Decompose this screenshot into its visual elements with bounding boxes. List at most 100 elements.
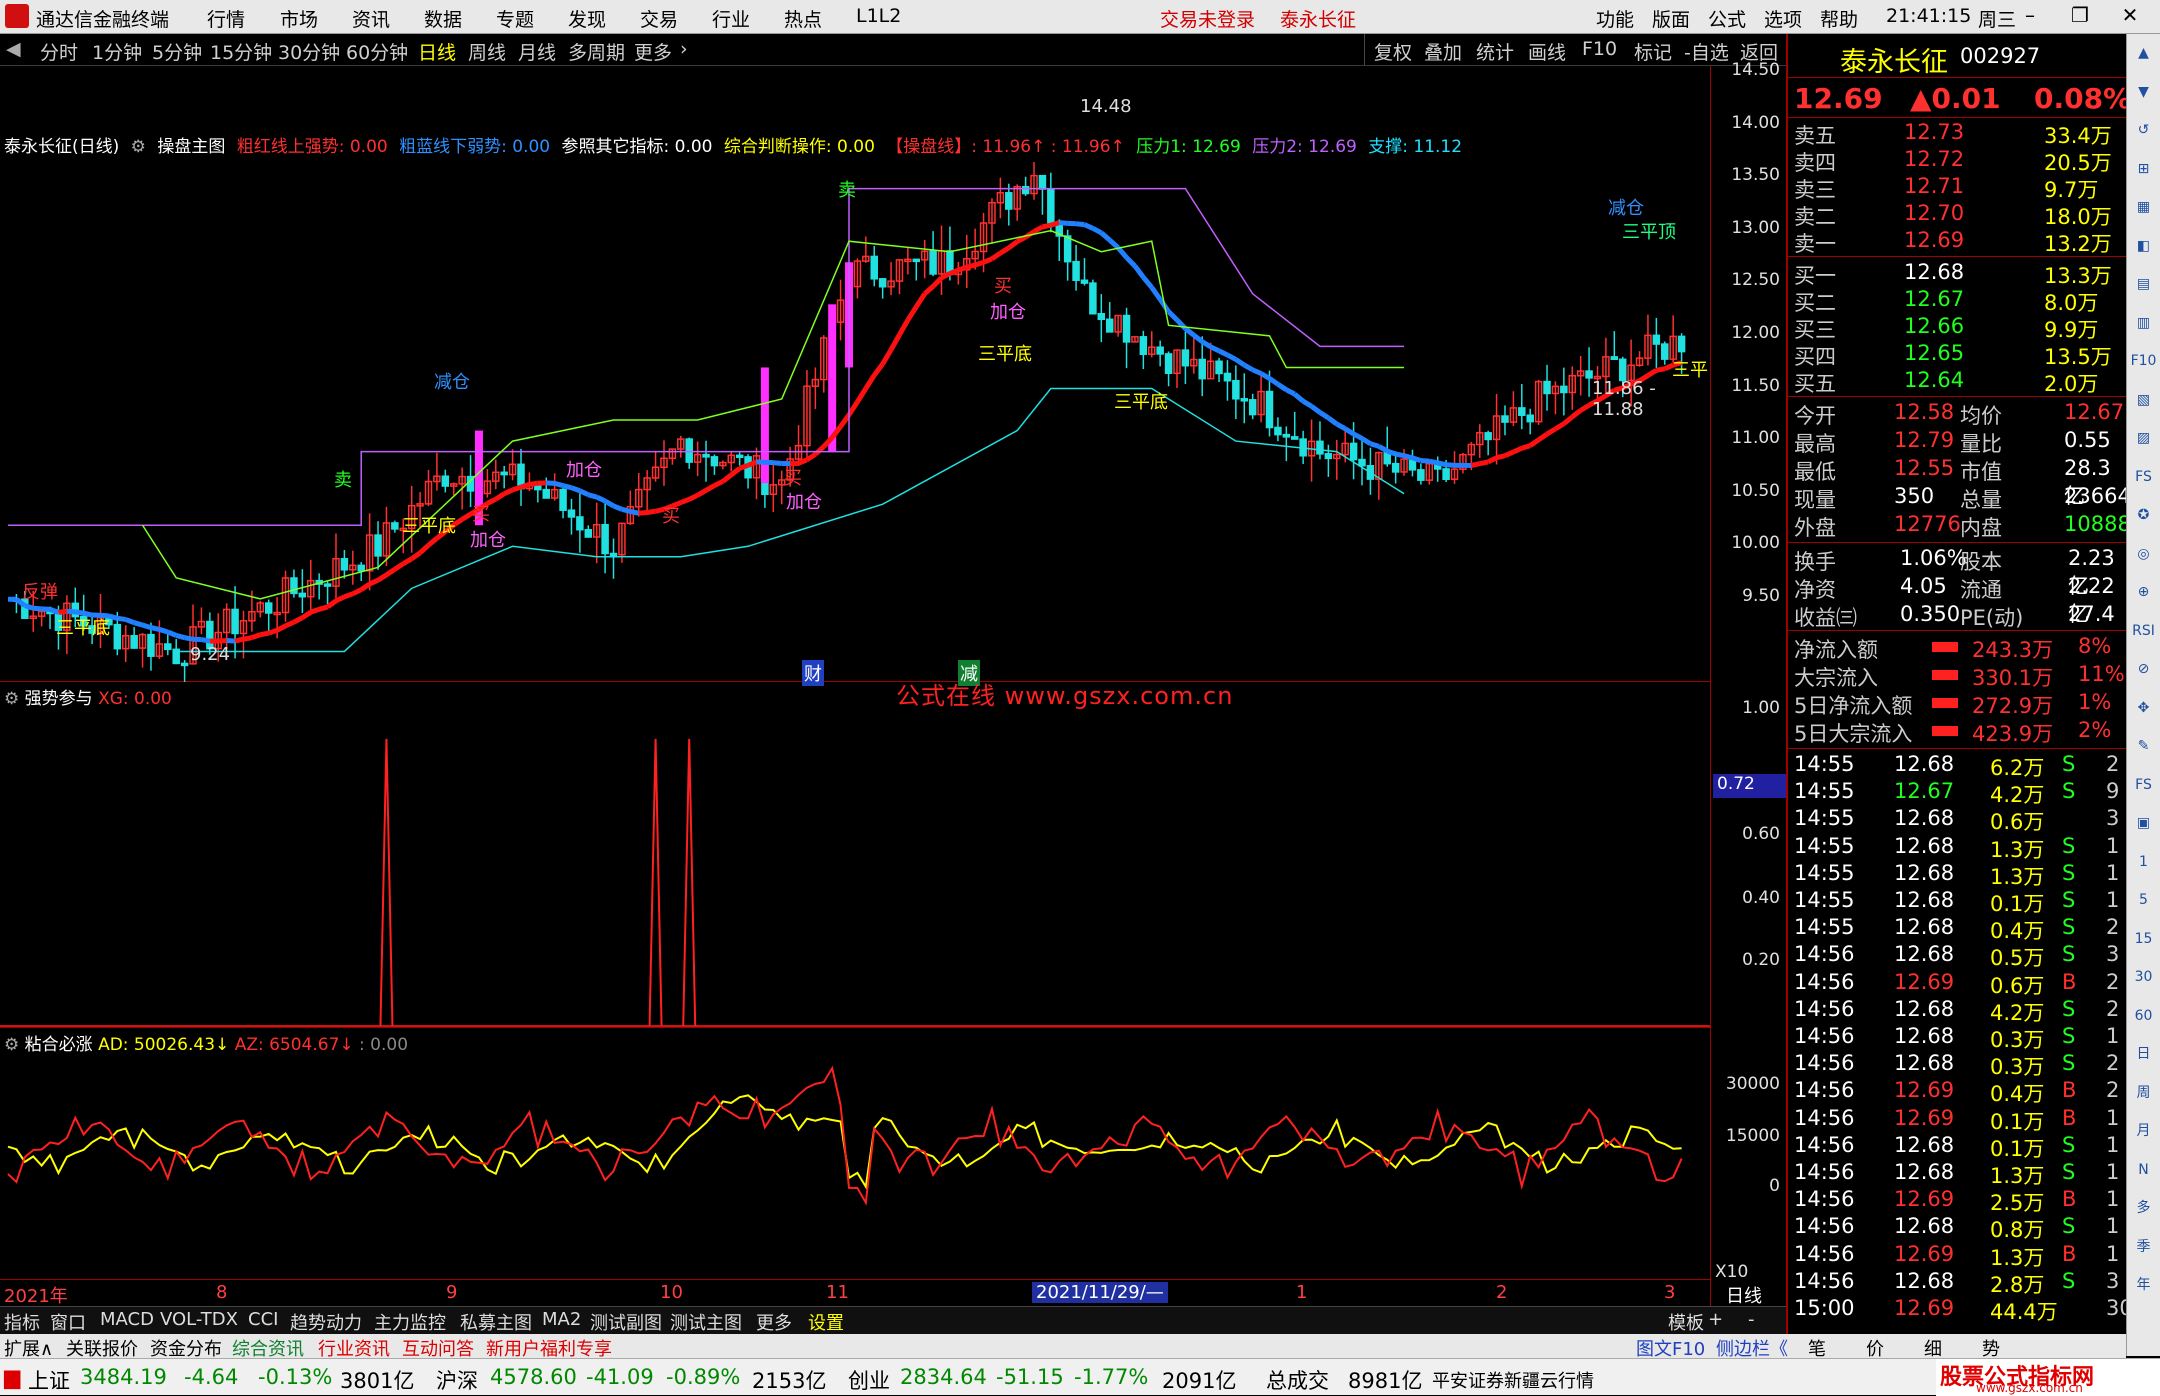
tab-12[interactable]: 设置 <box>808 1309 844 1335</box>
menu-zhuanti[interactable]: 专题 <box>496 5 534 32</box>
tool-button-icon[interactable]: ▣ <box>2130 810 2157 837</box>
tab-3[interactable]: VOL-TDX <box>160 1309 238 1330</box>
period-15min[interactable]: 15分钟 <box>210 38 272 65</box>
minimize-icon[interactable]: – <box>2016 3 2044 29</box>
tab-5[interactable]: 趋势动力 <box>290 1309 362 1335</box>
tool-button-icon[interactable]: ▧ <box>2130 387 2157 414</box>
period-1min[interactable]: 1分钟 <box>92 38 142 65</box>
menu-xuanxiang[interactable]: 选项 <box>1764 5 1802 32</box>
tool-button-icon[interactable]: 周 <box>2130 1080 2157 1107</box>
tool-button-icon[interactable]: ▲ <box>2130 40 2157 67</box>
tool-button-icon[interactable]: 多 <box>2130 1195 2157 1222</box>
tool-button-icon[interactable]: FS <box>2130 464 2157 491</box>
tool-button-icon[interactable]: ⊕ <box>2130 579 2157 606</box>
tool-button-icon[interactable]: 60 <box>2130 1003 2157 1030</box>
tick-row: 14:5612.680.8万S1 <box>1794 1214 2124 1241</box>
menu-hangye[interactable]: 行业 <box>712 5 750 32</box>
ma-line <box>1328 418 1336 424</box>
btn-tongji[interactable]: 统计 <box>1476 38 1514 65</box>
tool-button-icon[interactable]: ↺ <box>2130 117 2157 144</box>
tool-button-icon[interactable]: 日 <box>2130 1041 2157 1068</box>
tool-button-icon[interactable]: N <box>2130 1157 2157 1184</box>
btn-huaxian[interactable]: 画线 <box>1528 38 1566 65</box>
tool-button-icon[interactable]: ✎ <box>2130 733 2157 760</box>
menu-faxian[interactable]: 发现 <box>568 5 606 32</box>
tool-button-icon[interactable]: 年 <box>2130 1272 2157 1299</box>
tab-7[interactable]: 私募主图 <box>460 1309 532 1335</box>
tool-button-icon[interactable]: ◎ <box>2130 541 2157 568</box>
tool-button-icon[interactable]: ▨ <box>2130 425 2157 452</box>
tab-2[interactable]: MACD <box>100 1309 154 1330</box>
maximize-icon[interactable]: ❐ <box>2066 3 2094 29</box>
tool-button-icon[interactable]: ▼ <box>2130 79 2157 106</box>
tab-8[interactable]: MA2 <box>542 1309 581 1330</box>
tool-button-icon[interactable]: ⊘ <box>2130 656 2157 683</box>
menu-shichang[interactable]: 市场 <box>280 5 318 32</box>
menu-gongneng[interactable]: 功能 <box>1596 5 1634 32</box>
menu-hangqing[interactable]: 行情 <box>207 5 245 32</box>
chevron-right-icon[interactable]: › <box>680 38 688 60</box>
tool-button-icon[interactable]: ◧ <box>2130 233 2157 260</box>
login-notice[interactable]: 交易未登录 <box>1160 5 1255 32</box>
menu-redian[interactable]: 热点 <box>784 5 822 32</box>
collapse-icon[interactable]: ◀ <box>6 38 21 60</box>
index-sh[interactable]: 上证 <box>28 1365 70 1395</box>
period-5min[interactable]: 5分钟 <box>152 38 202 65</box>
period-30min[interactable]: 30分钟 <box>278 38 340 65</box>
period-daily[interactable]: 日线 <box>418 38 456 65</box>
tab-9[interactable]: 测试副图 <box>590 1309 662 1335</box>
menu-banmian[interactable]: 版面 <box>1652 5 1690 32</box>
period-fenshi[interactable]: 分时 <box>40 38 78 65</box>
menu-zixun[interactable]: 资讯 <box>352 5 390 32</box>
tool-button-icon[interactable]: F10 <box>2130 348 2157 375</box>
tool-button-icon[interactable]: 5 <box>2130 887 2157 914</box>
tool-button-icon[interactable]: 30 <box>2130 964 2157 991</box>
tab-right-2[interactable]: - <box>1748 1309 1755 1330</box>
tool-button-icon[interactable]: 15 <box>2130 926 2157 953</box>
menu-bangzhu[interactable]: 帮助 <box>1820 5 1858 32</box>
tool-button-icon[interactable]: ▤ <box>2130 271 2157 298</box>
tool-button-icon[interactable]: RSI <box>2130 618 2157 645</box>
tool-button-icon[interactable]: ▦ <box>2130 194 2157 221</box>
btn-biaoji[interactable]: 标记 <box>1634 38 1672 65</box>
tool-button-icon[interactable]: ▥ <box>2130 310 2157 337</box>
tab-4[interactable]: CCI <box>248 1309 278 1330</box>
btn-diejia[interactable]: 叠加 <box>1424 38 1462 65</box>
tool-button-icon[interactable]: 1 <box>2130 849 2157 876</box>
btn-f10[interactable]: F10 <box>1582 38 1617 60</box>
index-cy[interactable]: 创业 <box>848 1365 890 1395</box>
period-weekly[interactable]: 周线 <box>468 38 506 65</box>
btn-fuquan[interactable]: 复权 <box>1374 38 1412 65</box>
menu-shuju[interactable]: 数据 <box>424 5 462 32</box>
period-60min[interactable]: 60分钟 <box>346 38 408 65</box>
tool-button-icon[interactable]: ✪ <box>2130 502 2157 529</box>
tab-10[interactable]: 测试主图 <box>670 1309 742 1335</box>
btn-zixuan[interactable]: -自选 <box>1684 38 1729 65</box>
menu-gongshi[interactable]: 公式 <box>1708 5 1746 32</box>
panel2-chart[interactable] <box>0 682 1710 1028</box>
axis-tick: 0.60 <box>1742 824 1780 844</box>
tab-1[interactable]: 窗口 <box>50 1309 86 1335</box>
tool-button-icon[interactable]: ⊞ <box>2130 156 2157 183</box>
index-sz[interactable]: 沪深 <box>436 1365 478 1395</box>
tool-button-icon[interactable]: ✥ <box>2130 695 2157 722</box>
period-multi[interactable]: 多周期 <box>568 38 625 65</box>
period-more[interactable]: 更多 <box>634 38 672 65</box>
candlestick-chart[interactable] <box>0 66 1710 682</box>
tool-button-icon[interactable]: 季 <box>2130 1234 2157 1261</box>
menu-l1l2[interactable]: L1L2 <box>856 5 901 27</box>
menu-jiaoyi[interactable]: 交易 <box>640 5 678 32</box>
main-chart-panel[interactable]: 泰永长征(日线) ⚙ 操盘主图 粗红线上强势: 0.00 粗蓝线下弱势: 0.0… <box>0 66 1710 682</box>
tab-0[interactable]: 指标 <box>4 1309 40 1335</box>
tab-6[interactable]: 主力监控 <box>374 1309 446 1335</box>
tab-right-0[interactable]: 模板 <box>1668 1309 1704 1335</box>
tab-right-1[interactable]: + <box>1708 1309 1723 1330</box>
period-monthly[interactable]: 月线 <box>518 38 556 65</box>
close-icon[interactable]: ✕ <box>2116 3 2144 29</box>
panel3-chart[interactable] <box>0 1028 1710 1280</box>
panel-nianhe[interactable]: ⚙ 粘合必涨 AD: 50026.43↓ AZ: 6504.67↓ : 0.00 <box>0 1028 1710 1280</box>
panel-qiangshi[interactable]: ⚙ 强势参与 XG: 0.00 <box>0 682 1710 1028</box>
tool-button-icon[interactable]: 月 <box>2130 1118 2157 1145</box>
tab-11[interactable]: 更多 <box>756 1309 792 1335</box>
tool-button-icon[interactable]: FS <box>2130 772 2157 799</box>
